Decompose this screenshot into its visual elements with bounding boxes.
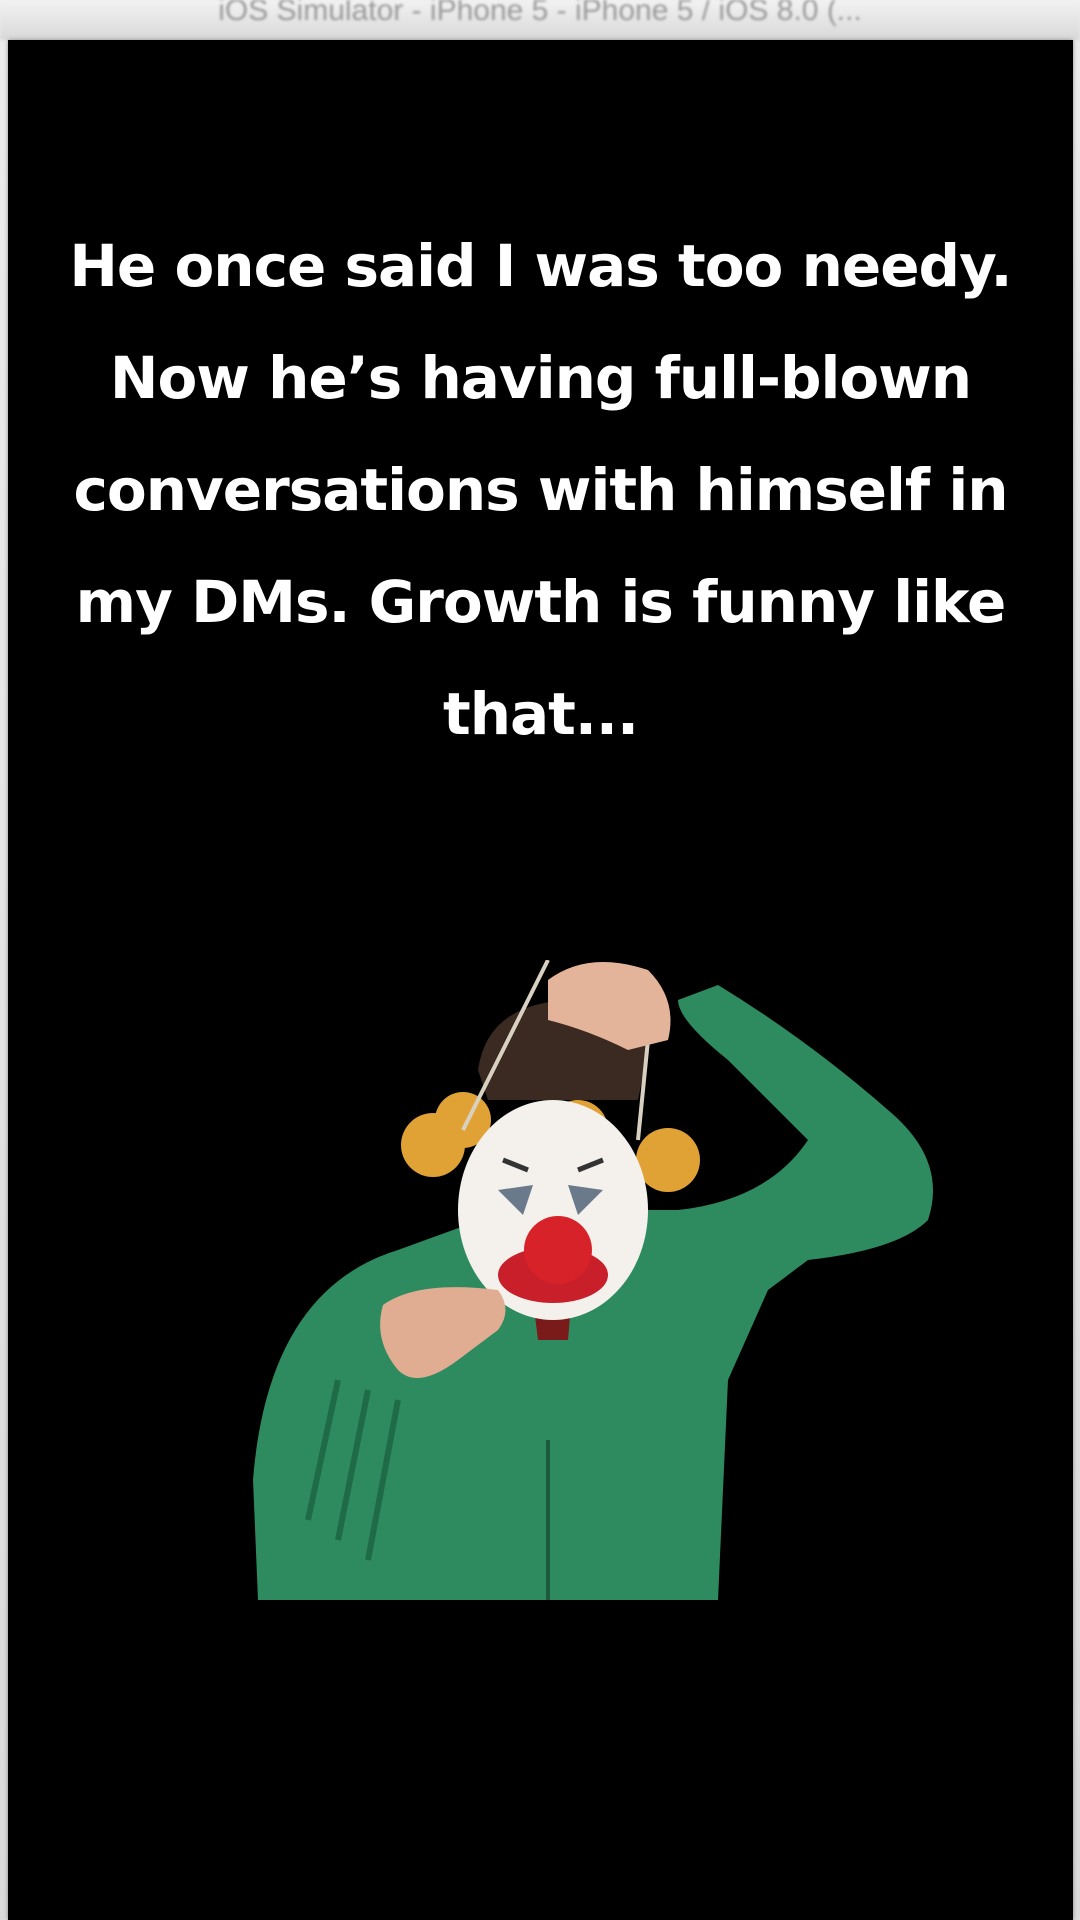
phone-screen: He once said I was too needy. Now he’s h… <box>8 40 1073 1920</box>
clown-mask-person-image <box>248 960 948 1610</box>
meme-caption: He once said I was too needy. Now he’s h… <box>69 232 1012 748</box>
window-title: iOS Simulator - iPhone 5 - iPhone 5 / iO… <box>218 0 862 27</box>
window-title-bar[interactable]: iOS Simulator - iPhone 5 - iPhone 5 / iO… <box>0 0 1080 40</box>
simulator-window: iOS Simulator - iPhone 5 - iPhone 5 / iO… <box>0 0 1080 1920</box>
